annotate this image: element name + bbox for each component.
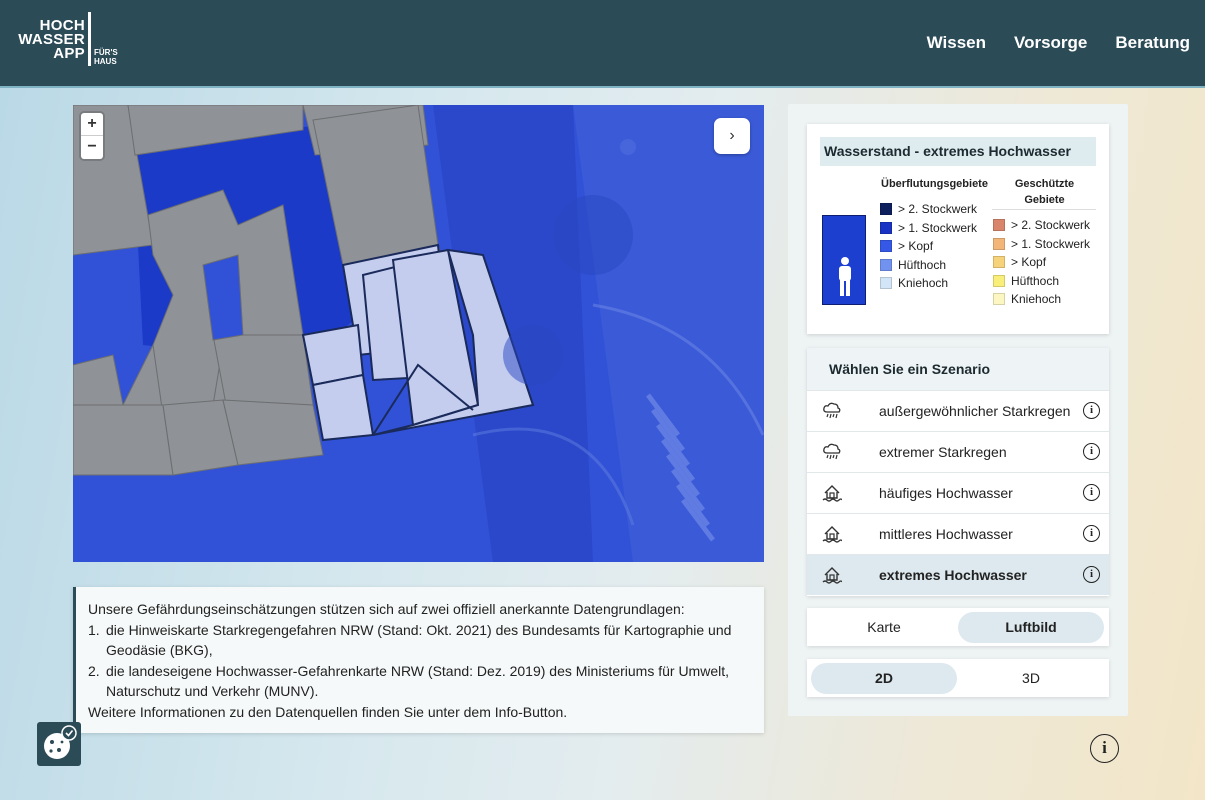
legend-flood-item: Hüfthoch — [880, 257, 946, 272]
map-type-toggle: Karte Luftbild — [807, 608, 1109, 646]
scenario-option-mittleres-hochwasser[interactable]: mittleres Hochwasser i — [807, 513, 1109, 554]
logo-line-3: APP — [53, 45, 85, 62]
legend-label: > 1. Stockwerk — [1011, 236, 1091, 251]
flooded-house-icon — [822, 485, 842, 502]
scenario-label: außergewöhnlicher Starkregen — [879, 403, 1071, 419]
list-number: 1. — [88, 621, 100, 638]
logo-bar — [88, 12, 91, 66]
info-icon[interactable]: i — [1083, 402, 1100, 419]
rain-cloud-icon — [823, 443, 841, 460]
legend-protected-item: > Kopf — [993, 254, 1046, 269]
legend-protected-item: > 1. Stockwerk — [993, 236, 1090, 251]
legend-divider — [992, 209, 1096, 210]
legend-swatch — [880, 202, 892, 215]
info-icon[interactable]: i — [1083, 525, 1100, 542]
legend-swatch — [993, 218, 1005, 231]
chevron-right-icon: › — [729, 127, 735, 144]
legend-label: > Kopf — [1011, 254, 1047, 269]
list-number: 2. — [88, 662, 100, 679]
legend-card: Wasserstand - extremes Hochwasser Überfl… — [807, 124, 1109, 334]
legend-label: Kniehoch — [1011, 291, 1062, 306]
legend-swatch — [880, 221, 892, 234]
scenario-label: extremes Hochwasser — [879, 567, 1027, 583]
legend-swatch — [880, 258, 892, 271]
list-text: die landeseigene Hochwasser-Gefahrenkart… — [106, 662, 730, 700]
cookie-icon — [44, 725, 77, 759]
map-canvas — [73, 105, 764, 562]
header: HOCH WASSER APP FÜR'S HAUS Wissen Vorsor… — [0, 0, 1205, 88]
map-type-luftbild[interactable]: Luftbild — [958, 612, 1104, 643]
list-text: die Hinweiskarte Starkregengefahren NRW … — [106, 621, 732, 659]
legend-label: Kniehoch — [898, 275, 949, 290]
main-nav: Wissen Vorsorge Beratung — [927, 33, 1190, 53]
view-mode-2d[interactable]: 2D — [811, 663, 957, 694]
info-icon[interactable]: i — [1083, 566, 1100, 583]
info-list-item: 1. die Hinweiskarte Starkregengefahren N… — [88, 620, 750, 661]
water-level-indicator — [822, 215, 866, 305]
legend-swatch — [880, 276, 892, 289]
info-list-item: 2. die landeseigene Hochwasser-Gefahrenk… — [88, 661, 750, 702]
legend-title: Wasserstand - extremes Hochwasser — [820, 137, 1096, 166]
flooded-house-icon — [822, 526, 842, 543]
rain-cloud-icon — [823, 402, 841, 419]
legend-protected-item: Hüfthoch — [993, 273, 1059, 288]
info-icon[interactable]: i — [1083, 443, 1100, 460]
legend-swatch — [993, 274, 1005, 287]
nav-beratung[interactable]: Beratung — [1115, 33, 1190, 53]
legend-label: Hüfthoch — [1011, 273, 1060, 288]
zoom-out-button[interactable]: − — [81, 136, 103, 159]
person-icon — [839, 257, 851, 296]
nav-vorsorge[interactable]: Vorsorge — [1014, 33, 1087, 53]
legend-label: > 2. Stockwerk — [898, 201, 978, 216]
legend-label: > 1. Stockwerk — [898, 220, 978, 235]
legend-flood-item: > 2. Stockwerk — [880, 201, 977, 216]
info-icon[interactable]: i — [1083, 484, 1100, 501]
flood-map[interactable]: + − › — [73, 105, 764, 562]
data-source-info: Unsere Gefährdungseinschätzungen stützen… — [73, 587, 764, 733]
legend-protected-item: > 2. Stockwerk — [993, 217, 1090, 232]
zoom-in-button[interactable]: + — [81, 113, 103, 136]
legend-flood-item: > 1. Stockwerk — [880, 220, 977, 235]
legend-label: > 2. Stockwerk — [1011, 217, 1091, 232]
scenario-option-extremes-hochwasser[interactable]: extremes Hochwasser i — [807, 554, 1109, 595]
legend-flood-item: Kniehoch — [880, 275, 948, 290]
scenario-option-extremer-starkregen[interactable]: extremer Starkregen i — [807, 431, 1109, 472]
cookie-settings-button[interactable] — [37, 722, 81, 766]
scenario-label: mittleres Hochwasser — [879, 526, 1013, 542]
scenario-label: extremer Starkregen — [879, 444, 1007, 460]
logo-sub-2: HAUS — [94, 57, 117, 66]
scenario-label: häufiges Hochwasser — [879, 485, 1013, 501]
legend-protected-heading: Geschützte Gebiete — [1014, 178, 1075, 206]
zoom-control: + − — [81, 113, 103, 159]
info-intro: Unsere Gefährdungseinschätzungen stützen… — [88, 601, 685, 617]
scenario-option-haeufiges-hochwasser[interactable]: häufiges Hochwasser i — [807, 472, 1109, 513]
legend-swatch — [993, 292, 1005, 305]
scenario-option-aussergewoehnlicher-starkregen[interactable]: außergewöhnlicher Starkregen i — [807, 390, 1109, 431]
legend-protected-item: Kniehoch — [993, 291, 1061, 306]
legend-label: Hüfthoch — [898, 257, 947, 272]
legend-label: > Kopf — [898, 238, 934, 253]
legend-swatch — [993, 255, 1005, 268]
legend-flood-item: > Kopf — [880, 238, 933, 253]
legend-flood-heading: Überflutungsgebiete — [881, 178, 988, 190]
logo-sub-1: FÜR'S — [94, 48, 118, 57]
map-expand-button[interactable]: › — [714, 118, 750, 154]
info-outro: Weitere Informationen zu den Datenquelle… — [88, 703, 568, 720]
scenario-selector: Wählen Sie ein Szenario außergewöhnliche… — [807, 348, 1109, 596]
page-info-button[interactable]: i — [1090, 734, 1119, 763]
flooded-house-icon — [822, 567, 842, 584]
app-logo[interactable]: HOCH WASSER APP FÜR'S HAUS — [18, 12, 128, 72]
view-mode-3d[interactable]: 3D — [958, 663, 1104, 694]
map-type-karte[interactable]: Karte — [811, 612, 957, 643]
info-list: 1. die Hinweiskarte Starkregengefahren N… — [88, 620, 750, 702]
scenario-title: Wählen Sie ein Szenario — [807, 348, 1109, 390]
legend-swatch — [993, 237, 1005, 250]
view-mode-toggle: 2D 3D — [807, 659, 1109, 697]
legend-swatch — [880, 239, 892, 252]
nav-wissen[interactable]: Wissen — [927, 33, 986, 53]
